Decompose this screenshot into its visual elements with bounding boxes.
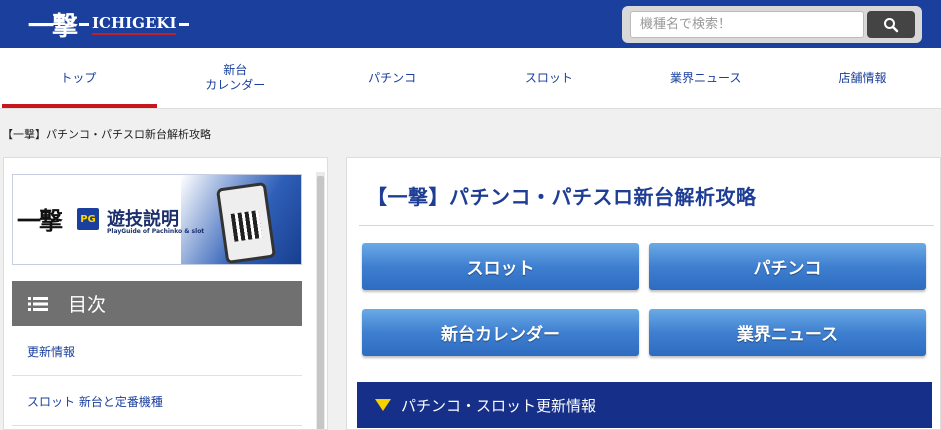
nav-item-label: スロット xyxy=(524,70,573,85)
sidebar-link-slot-machines[interactable]: スロット 新台と定番機種 xyxy=(12,377,302,426)
nav-item-label: パチンコ xyxy=(368,70,417,85)
search-button[interactable] xyxy=(867,11,915,38)
list-icon xyxy=(28,296,48,312)
nav-item-label: 店舗情報 xyxy=(838,70,887,85)
nav-item-label: 業界ニュース xyxy=(670,70,742,85)
logo-kanji: 一撃 xyxy=(28,11,78,42)
main-content: 【一撃】パチンコ・パチスロ新台解析攻略 スロット パチンコ 新台カレンダー 業界… xyxy=(346,157,941,430)
main-nav: トップ 新台 カレンダー パチンコ スロット 業界ニュース 店舗情報 xyxy=(0,48,941,109)
logo-divider xyxy=(179,22,190,26)
section-header-label: パチンコ・スロット更新情報 xyxy=(401,396,597,415)
toc-header: 目次 xyxy=(12,281,302,326)
breadcrumb[interactable]: 【一撃】パチンコ・パチスロ新台解析攻略 xyxy=(2,126,211,142)
industry-news-button[interactable]: 業界ニュース xyxy=(649,309,926,356)
logo-divider xyxy=(79,22,90,26)
nav-item-top[interactable]: トップ xyxy=(0,48,157,108)
phone-icon xyxy=(215,181,277,264)
search-icon xyxy=(884,17,899,32)
slot-button[interactable]: スロット xyxy=(362,243,639,290)
pachinko-button[interactable]: パチンコ xyxy=(649,243,926,290)
nav-item-stores[interactable]: 店舗情報 xyxy=(784,48,941,108)
triangle-down-icon xyxy=(375,399,391,411)
banner-subtitle: PlayGuide of Pachinko & slot xyxy=(107,228,205,235)
section-header-updates: パチンコ・スロット更新情報 xyxy=(357,382,932,428)
sidebar-scrollbar[interactable] xyxy=(316,172,325,429)
pg-badge: PG xyxy=(77,208,99,230)
playguide-banner[interactable]: 一撃 PG 遊技説明 PlayGuide of Pachinko & slot xyxy=(12,174,302,265)
qr-code-icon xyxy=(230,210,263,242)
toc-label: 目次 xyxy=(68,294,107,316)
site-header: 一撃 ICHIGEKI 機種名で検索！ xyxy=(0,0,941,48)
logo-wordmark: ICHIGEKI xyxy=(92,14,177,35)
nav-item-label: 新台 カレンダー xyxy=(205,63,266,92)
nav-item-label: トップ xyxy=(60,70,97,85)
title-divider xyxy=(359,225,934,226)
page-title: 【一撃】パチンコ・パチスロ新台解析攻略 xyxy=(367,185,757,209)
site-logo[interactable]: 一撃 ICHIGEKI xyxy=(28,8,192,42)
sidebar-link-updates[interactable]: 更新情報 xyxy=(12,327,302,376)
nav-item-pachinko[interactable]: パチンコ xyxy=(314,48,471,108)
nav-item-news[interactable]: 業界ニュース xyxy=(627,48,784,108)
new-machine-calendar-button[interactable]: 新台カレンダー xyxy=(362,309,639,356)
scrollbar-thumb[interactable] xyxy=(317,176,324,429)
search-input[interactable]: 機種名で検索！ xyxy=(630,11,864,38)
sidebar: 一撃 PG 遊技説明 PlayGuide of Pachinko & slot … xyxy=(3,157,328,430)
nav-item-calendar[interactable]: 新台 カレンダー xyxy=(157,48,314,108)
banner-logo: 一撃 xyxy=(17,206,63,235)
nav-item-slot[interactable]: スロット xyxy=(470,48,627,108)
search-box: 機種名で検索！ xyxy=(622,6,922,43)
